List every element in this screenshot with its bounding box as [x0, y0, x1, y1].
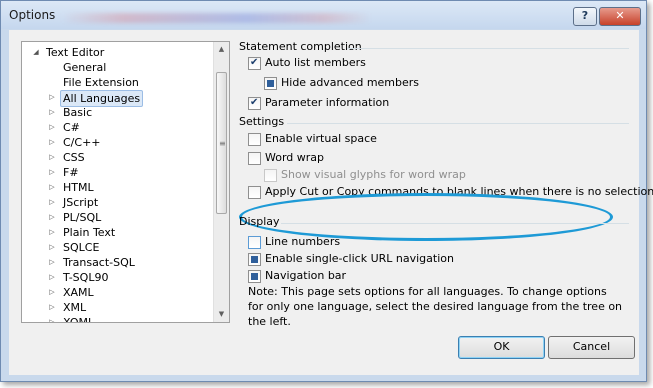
tree-item-label: XML [63, 301, 87, 314]
expand-arrow-icon[interactable]: ▷ [48, 240, 56, 255]
section-statement-completion: Statement completion [239, 40, 362, 53]
tree-item-label: General [63, 61, 107, 74]
expand-arrow-icon[interactable]: ▷ [48, 165, 56, 180]
hide-advanced-members-checkbox[interactable] [264, 77, 277, 90]
scroll-thumb[interactable]: ≡ [216, 72, 227, 214]
section-display: Display [239, 215, 280, 228]
help-button[interactable]: ? [573, 7, 597, 26]
tree-scrollbar[interactable]: ▲ ≡ ▼ [213, 42, 229, 322]
title-bar[interactable]: Options ? ✕ [1, 1, 646, 29]
ok-button[interactable]: OK [458, 336, 545, 359]
tree-item-label: Transact-SQL [63, 256, 135, 269]
scroll-up-arrow-icon[interactable]: ▲ [214, 42, 229, 57]
word-wrap-checkbox[interactable] [248, 152, 261, 165]
cancel-button[interactable]: Cancel [548, 336, 635, 359]
options-tree[interactable]: ◢ Text Editor General File Extension ▷ All La… [21, 41, 230, 323]
dialog-client-area: ◢ Text Editor General File Extension ▷ All La… [9, 30, 653, 375]
expand-arrow-icon[interactable]: ▷ [48, 180, 56, 195]
enable-virtual-space-label: Enable virtual space [265, 132, 377, 145]
auto-list-members-label: Auto list members [265, 56, 366, 69]
section-divider [287, 123, 629, 124]
scroll-grip-icon: ≡ [219, 139, 226, 148]
options-dialog: Options ? ✕ ◢ Text Editor General File Exte… [0, 0, 653, 382]
note-text: Note: This page sets options for all lan… [248, 285, 623, 328]
tree-item-label: T-SQL90 [63, 271, 109, 284]
tree-item-label: Plain Text [63, 226, 116, 239]
show-visual-glyphs-label: Show visual glyphs for word wrap [281, 168, 466, 181]
tree-item-label: File Extension [63, 76, 139, 89]
expand-arrow-icon[interactable]: ▷ [48, 270, 56, 285]
navigation-bar-checkbox[interactable] [248, 270, 261, 283]
section-divider [281, 223, 629, 224]
expand-arrow-icon[interactable]: ▷ [48, 135, 56, 150]
parameter-information-checkbox[interactable] [248, 95, 261, 111]
tree-item-label: XOML [63, 316, 95, 323]
expand-arrow-icon[interactable]: ▷ [48, 315, 56, 322]
enable-virtual-space-checkbox[interactable] [248, 133, 261, 146]
window-title: Options [9, 8, 56, 22]
single-click-url-label: Enable single-click URL navigation [265, 252, 454, 265]
tree-item-label: C# [63, 121, 80, 134]
tree-item-label: PL/SQL [63, 211, 102, 224]
auto-list-members-checkbox[interactable] [248, 55, 261, 71]
section-divider [347, 48, 629, 49]
expand-arrow-icon[interactable]: ▷ [48, 255, 56, 270]
collapse-arrow-icon[interactable]: ◢ [32, 45, 40, 60]
tree-item-label: F# [63, 166, 79, 179]
tree-item-label: XAML [63, 286, 94, 299]
apply-cut-copy-checkbox[interactable] [248, 186, 261, 199]
expand-arrow-icon[interactable]: ▷ [48, 150, 56, 165]
tree-item-label: Basic [63, 106, 93, 119]
expand-arrow-icon[interactable]: ▷ [48, 105, 56, 120]
tree-item-label: HTML [63, 181, 94, 194]
expand-arrow-icon[interactable]: ▷ [48, 90, 56, 105]
tree-item-label: Text Editor [46, 46, 105, 59]
word-wrap-label: Word wrap [265, 151, 325, 164]
parameter-information-label: Parameter information [265, 96, 390, 109]
close-button[interactable]: ✕ [599, 7, 641, 26]
blurred-background-text [61, 13, 371, 23]
expand-arrow-icon[interactable]: ▷ [48, 285, 56, 300]
expand-arrow-icon[interactable]: ▷ [48, 300, 56, 315]
expand-arrow-icon[interactable]: ▷ [48, 195, 56, 210]
navigation-bar-label: Navigation bar [265, 269, 347, 282]
hide-advanced-members-label: Hide advanced members [281, 76, 420, 89]
expand-arrow-icon[interactable]: ▷ [48, 120, 56, 135]
line-numbers-checkbox[interactable] [248, 236, 261, 249]
single-click-url-checkbox[interactable] [248, 253, 261, 266]
section-settings: Settings [239, 115, 285, 128]
tree-item-label: SQLCE [63, 241, 100, 254]
tree-item-label: CSS [63, 151, 85, 164]
tree-item-label: JScript [63, 196, 99, 209]
scroll-down-arrow-icon[interactable]: ▼ [214, 307, 229, 322]
tree-item-label: C/C++ [63, 136, 101, 149]
expand-arrow-icon[interactable]: ▷ [48, 225, 56, 240]
line-numbers-label: Line numbers [265, 235, 341, 248]
expand-arrow-icon[interactable]: ▷ [48, 210, 56, 225]
show-visual-glyphs-checkbox [264, 169, 277, 182]
